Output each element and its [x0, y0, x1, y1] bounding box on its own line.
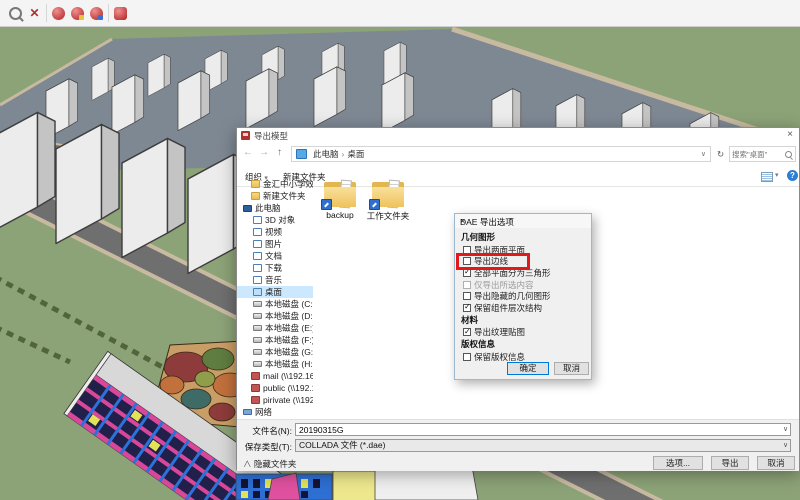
checkbox[interactable] [463, 304, 471, 312]
checkbox-row[interactable]: 保留组件层次结构 [461, 302, 585, 314]
breadcrumb-this-pc[interactable]: 此电脑 [313, 148, 339, 160]
up-icon[interactable]: ↑ [277, 147, 282, 158]
export-button[interactable]: 导出 [711, 456, 749, 470]
search-box[interactable] [729, 146, 796, 162]
checkbox[interactable] [463, 328, 471, 336]
ok-button[interactable]: 确定 [507, 362, 549, 375]
sidebar-item[interactable]: pirivate (\\192 [237, 394, 313, 406]
checkbox [463, 281, 471, 289]
toolbar-separator [46, 4, 47, 22]
credits-header: 版权信息 [461, 338, 585, 351]
checkbox-row[interactable]: 导出两面平面 [461, 244, 585, 256]
savetype-dropdown-icon[interactable]: ∨ [783, 441, 788, 449]
sidebar-item[interactable]: 本地磁盘 (E:) [237, 322, 313, 334]
scroll-up-icon[interactable]: ∧ [303, 179, 308, 187]
checkbox-row[interactable]: 全部平面分为三角形 [461, 267, 585, 279]
sidebar-item[interactable]: 本地磁盘 (D:) [237, 310, 313, 322]
sidebar-item[interactable]: mail (\\192.168 [237, 370, 313, 382]
red-tool-icon-2[interactable] [68, 4, 87, 23]
export-model-dialog: 导出模型 × ← → ↑ 此电脑 › 桌面 ∨ ↻ 组织 ▾ [236, 127, 800, 470]
back-icon[interactable]: ← [243, 147, 253, 158]
red-tool-icon-4[interactable] [111, 4, 130, 23]
sidebar-item[interactable]: 金汇中小学效果图 [237, 178, 313, 190]
sidebar-item-desktop[interactable]: 桌面 [237, 286, 313, 298]
sidebar-item[interactable]: 视频 [237, 226, 313, 238]
shortcut-badge-icon [369, 199, 380, 210]
sidebar-item-this-pc[interactable]: 此电脑 [237, 202, 313, 214]
red-tool-icon-3[interactable] [87, 4, 106, 23]
hide-folders-button[interactable]: ∧ 隐藏文件夹 [243, 458, 296, 470]
checkbox-row[interactable]: 导出纹理贴图 [461, 327, 585, 339]
close-icon[interactable]: × [787, 129, 793, 140]
dialog-title: 导出模型 [254, 130, 288, 142]
red-tool-icon-1[interactable] [49, 4, 68, 23]
geometry-header: 几何图形 [461, 231, 585, 244]
checkbox-row[interactable]: 保留版权信息 [461, 351, 585, 363]
sidebar-item[interactable]: 本地磁盘 (H:) [237, 358, 313, 370]
cancel-button[interactable]: 取消 [554, 362, 589, 375]
file-folder-backup[interactable]: backup [317, 180, 363, 220]
cancel-export-button[interactable]: 取消 [757, 456, 795, 470]
sidebar-item[interactable]: public (\\192.1 [237, 382, 313, 394]
sidebar-item[interactable]: 3D 对象 [237, 214, 313, 226]
search-input[interactable] [730, 147, 786, 161]
view-mode-icon[interactable] [761, 172, 773, 182]
toolbar-separator [108, 4, 109, 22]
savetype-label: 保存类型(T): [237, 441, 292, 453]
dae-titlebar: DAE 导出选项 × [455, 214, 591, 228]
checkbox-row[interactable]: 导出隐藏的几何图形 [461, 290, 585, 302]
navigation-bar: ← → ↑ 此电脑 › 桌面 ∨ ↻ [237, 143, 799, 166]
scale-tool-icon[interactable]: ✕ [25, 4, 44, 23]
filename-dropdown-icon[interactable]: ∨ [783, 425, 788, 433]
checkbox[interactable] [463, 353, 471, 361]
checkbox[interactable] [463, 292, 471, 300]
sidebar-item[interactable]: 文档 [237, 250, 313, 262]
zoom-tool-icon[interactable] [6, 4, 25, 23]
sidebar-item[interactable]: 新建文件夹 [237, 190, 313, 202]
refresh-icon[interactable]: ↻ [714, 146, 727, 162]
close-icon[interactable]: × [460, 216, 586, 226]
filename-label: 文件名(N): [237, 425, 292, 437]
forward-icon[interactable]: → [259, 147, 269, 158]
options-button[interactable]: 选项... [653, 456, 703, 470]
checkbox[interactable] [463, 269, 471, 277]
sidebar-item[interactable]: 音乐 [237, 274, 313, 286]
sidebar-item-network[interactable]: 网络 [237, 406, 313, 418]
address-bar[interactable]: 此电脑 › 桌面 ∨ [291, 146, 711, 162]
checkbox[interactable] [463, 257, 471, 265]
folder-icon [371, 180, 405, 208]
dialog-footer: 文件名(N): ∨ 保存类型(T): COLLADA 文件 (*.dae) ∨ … [237, 419, 799, 471]
folder-icon [323, 180, 357, 208]
sketchup-doc-icon [241, 131, 250, 140]
sidebar-item[interactable]: 本地磁盘 (F:) [237, 334, 313, 346]
navigation-pane: 金汇中小学效果图 新建文件夹 此电脑 3D 对象 视频 图片 文档 下载 音乐 … [237, 178, 313, 418]
breadcrumb-desktop[interactable]: 桌面 [347, 148, 364, 160]
screenshot-root: ✕ [0, 0, 800, 500]
address-dropdown-icon[interactable]: ∨ [701, 150, 706, 158]
filename-input[interactable] [295, 423, 791, 436]
view-dropdown-icon[interactable]: ▾ [775, 171, 779, 179]
materials-header: 材料 [461, 314, 585, 327]
savetype-select[interactable]: COLLADA 文件 (*.dae) [295, 439, 791, 452]
shortcut-badge-icon [321, 199, 332, 210]
sketchup-toolbar: ✕ [0, 0, 800, 27]
sidebar-item[interactable]: 图片 [237, 238, 313, 250]
dialog-titlebar: 导出模型 × [237, 128, 799, 143]
sidebar-item[interactable]: 本地磁盘 (G:) [237, 346, 313, 358]
dae-export-options-dialog: DAE 导出选项 × 几何图形 导出两面平面 导出边线 全部平面分为三角形 [454, 213, 592, 380]
checkbox-row: 仅导出所选内容 [461, 279, 585, 291]
search-icon [785, 151, 792, 158]
sidebar-item[interactable]: 下载 [237, 262, 313, 274]
checkbox-row-export-edges[interactable]: 导出边线 [461, 256, 585, 268]
checkbox[interactable] [463, 246, 471, 254]
folder-location-icon [296, 149, 307, 159]
sidebar-item[interactable]: 本地磁盘 (C:) [237, 298, 313, 310]
help-icon[interactable]: ? [787, 170, 798, 181]
file-folder-work[interactable]: 工作文件夹 [365, 180, 411, 222]
